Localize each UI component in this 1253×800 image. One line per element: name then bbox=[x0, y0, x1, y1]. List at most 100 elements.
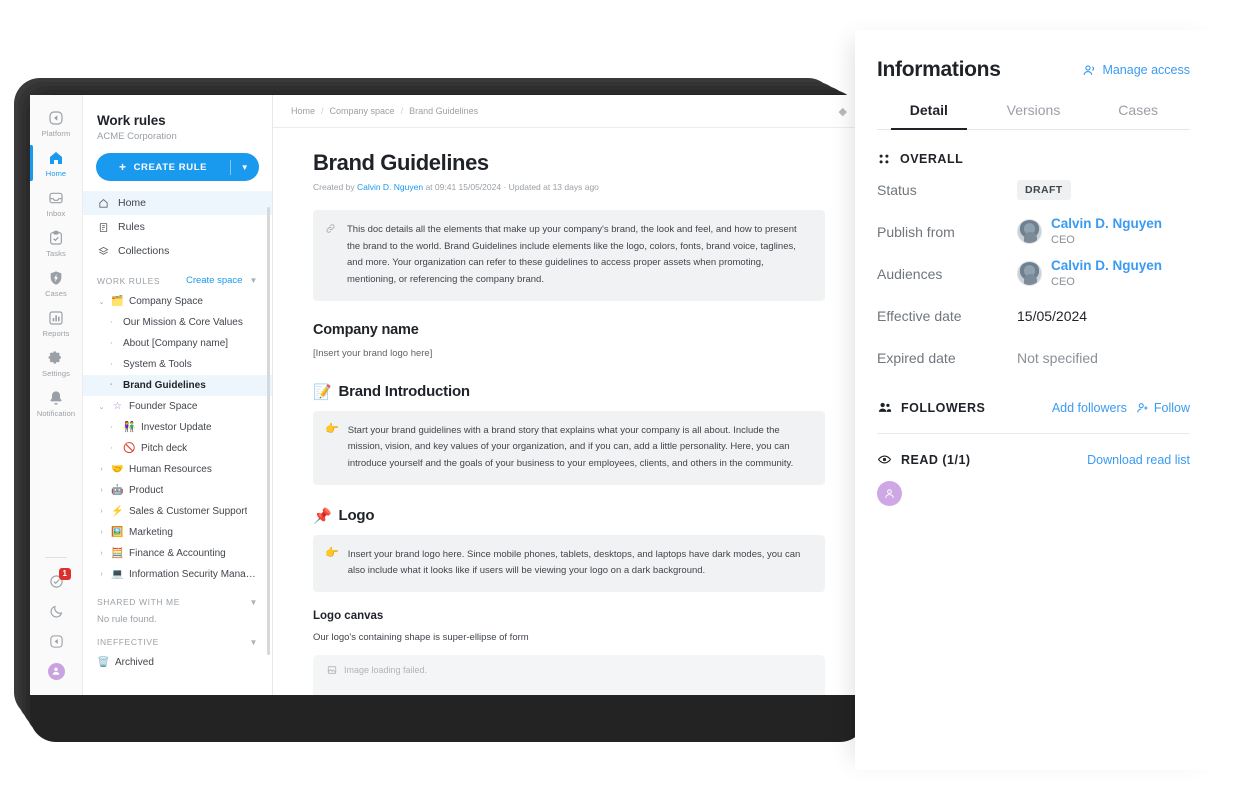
manage-access-button[interactable]: Manage access bbox=[1082, 63, 1190, 78]
pushpin-emoji-icon: 📌 bbox=[313, 507, 332, 525]
sidebar-item-rules[interactable]: Rules bbox=[83, 215, 272, 239]
tree-item-finance-accounting[interactable]: › 🧮 Finance & Accounting bbox=[83, 543, 272, 564]
breadcrumb-item-brand-guidelines[interactable]: Brand Guidelines bbox=[409, 106, 478, 116]
reports-chart-icon bbox=[48, 310, 64, 326]
tree-label: Archived bbox=[115, 657, 154, 668]
tree-label: Brand Guidelines bbox=[123, 380, 206, 391]
tree-item-archived[interactable]: 🗑️ Archived bbox=[83, 652, 272, 673]
tree-item-pitch-deck[interactable]: · 🚫 Pitch deck bbox=[83, 438, 272, 459]
rail-dark-mode-button[interactable] bbox=[30, 596, 83, 626]
tree-item-system-tools[interactable]: · System & Tools bbox=[83, 354, 272, 375]
intro-callout-text: This doc details all the elements that m… bbox=[347, 224, 797, 285]
rail-item-reports[interactable]: Reports bbox=[30, 303, 83, 343]
tree-item-product[interactable]: › 🤖 Product bbox=[83, 480, 272, 501]
bullet-dot-icon: · bbox=[109, 316, 114, 329]
eye-icon bbox=[877, 452, 892, 467]
heading-logo-canvas: Logo canvas bbox=[313, 609, 384, 622]
reader-avatar[interactable] bbox=[877, 481, 902, 506]
tree-item-brand-guidelines[interactable]: · Brand Guidelines bbox=[83, 375, 272, 396]
chevron-down-icon[interactable]: ⌄ bbox=[97, 298, 106, 306]
sidebar-item-home[interactable]: Home bbox=[83, 191, 272, 215]
chevron-right-icon[interactable]: › bbox=[97, 550, 106, 557]
tree-item-about-company[interactable]: · About [Company name] bbox=[83, 333, 272, 354]
rail-item-home[interactable]: Home bbox=[30, 143, 83, 183]
follow-button[interactable]: Follow bbox=[1136, 401, 1190, 415]
tree-item-marketing[interactable]: › 🖼️ Marketing bbox=[83, 522, 272, 543]
detail-value-publish-from: Calvin D. Nguyen CEO bbox=[1017, 216, 1190, 247]
chevron-right-icon[interactable]: › bbox=[97, 529, 106, 536]
tree-item-sales-customer-support[interactable]: › ⚡ Sales & Customer Support bbox=[83, 501, 272, 522]
logo-callout-text: Insert your brand logo here. Since mobil… bbox=[347, 548, 801, 577]
create-space-link[interactable]: Create space bbox=[186, 275, 243, 286]
rail-item-cases[interactable]: Cases bbox=[30, 263, 83, 303]
manage-access-people-icon bbox=[1082, 63, 1097, 78]
person-name[interactable]: Calvin D. Nguyen bbox=[1051, 216, 1162, 233]
informations-tabs: Detail Versions Cases bbox=[877, 102, 1190, 130]
avatar bbox=[1017, 261, 1042, 287]
tree-item-our-mission[interactable]: · Our Mission & Core Values bbox=[83, 312, 272, 333]
chevron-down-icon[interactable]: ⌄ bbox=[97, 403, 106, 411]
chevron-down-icon[interactable]: ▼ bbox=[249, 276, 258, 285]
rail-label-settings: Settings bbox=[42, 369, 70, 378]
create-rule-button[interactable]: + CREATE RULE ▼ bbox=[96, 153, 259, 181]
rail-item-platform[interactable]: Platform bbox=[30, 103, 83, 143]
tree-label: Investor Update bbox=[141, 422, 212, 433]
bell-icon bbox=[48, 390, 64, 406]
tree-item-human-resources[interactable]: › 🤝 Human Resources bbox=[83, 459, 272, 480]
detail-row-audiences: Audiences Calvin D. Nguyen CEO bbox=[877, 256, 1190, 292]
platform-icon bbox=[48, 110, 64, 126]
status-badge: DRAFT bbox=[1017, 180, 1071, 200]
rail-item-notification[interactable]: Notification bbox=[30, 383, 83, 423]
tab-versions[interactable]: Versions bbox=[981, 102, 1087, 129]
rail-item-tasks[interactable]: Tasks bbox=[30, 223, 83, 263]
rail-label-reports: Reports bbox=[42, 329, 70, 338]
intro-callout: This doc details all the elements that m… bbox=[313, 210, 825, 301]
person-name[interactable]: Calvin D. Nguyen bbox=[1051, 258, 1162, 275]
tree-item-founder-space[interactable]: ⌄ ☆ Founder Space bbox=[83, 396, 272, 417]
rail-user-avatar-button[interactable] bbox=[30, 656, 83, 686]
star-emoji-icon: ☆ bbox=[113, 401, 122, 412]
person-chip[interactable]: Calvin D. Nguyen CEO bbox=[1017, 258, 1190, 289]
breadcrumb-item-home[interactable]: Home bbox=[291, 106, 315, 116]
tree-label: Human Resources bbox=[129, 464, 212, 475]
chevron-down-icon[interactable]: ▼ bbox=[231, 163, 259, 172]
download-read-list-button[interactable]: Download read list bbox=[1087, 453, 1190, 467]
memo-emoji-icon: 📝 bbox=[313, 383, 332, 401]
add-followers-button[interactable]: Add followers bbox=[1052, 401, 1127, 415]
breadcrumb-item-company-space[interactable]: Company space bbox=[330, 106, 395, 116]
chevron-down-icon[interactable]: ▼ bbox=[249, 598, 258, 607]
tree-item-investor-update[interactable]: · 👫 Investor Update bbox=[83, 417, 272, 438]
informations-panel: Informations Manage access Detail Versio… bbox=[855, 30, 1220, 770]
chevron-right-icon[interactable]: › bbox=[97, 508, 106, 515]
divider bbox=[877, 433, 1190, 434]
overall-grid-icon bbox=[877, 152, 891, 166]
tab-detail[interactable]: Detail bbox=[877, 102, 981, 130]
rail-label-inbox: Inbox bbox=[46, 209, 66, 218]
pointing-finger-emoji-icon: 👉 bbox=[325, 546, 339, 559]
meta-author-link[interactable]: Calvin D. Nguyen bbox=[357, 182, 423, 192]
home-outline-icon bbox=[97, 198, 110, 209]
document-meta: Created by Calvin D. Nguyen at 09:41 15/… bbox=[313, 182, 825, 192]
more-options-icon[interactable]: ◆ bbox=[839, 105, 847, 118]
rail-collapse-button[interactable] bbox=[30, 626, 83, 656]
image-placeholder-failed: Image loading failed. bbox=[313, 655, 825, 695]
rail-item-settings[interactable]: Settings bbox=[30, 343, 83, 383]
chevron-right-icon[interactable]: › bbox=[97, 466, 106, 473]
rail-check-circle-button[interactable]: 1 bbox=[30, 566, 83, 596]
chevron-down-icon[interactable]: ▼ bbox=[249, 638, 258, 647]
tree-item-information-security[interactable]: › 💻 Information Security Manageme… bbox=[83, 564, 272, 585]
tree-item-company-space[interactable]: ⌄ 🗂️ Company Space bbox=[83, 291, 272, 312]
sidebar-scrollbar[interactable] bbox=[267, 207, 270, 655]
shared-empty-note: No rule found. bbox=[97, 614, 157, 625]
rail-item-inbox[interactable]: Inbox bbox=[30, 183, 83, 223]
bullet-dot-icon: · bbox=[109, 358, 114, 371]
tab-cases[interactable]: Cases bbox=[1086, 102, 1190, 129]
person-role: CEO bbox=[1051, 276, 1075, 289]
chevron-right-icon[interactable]: › bbox=[97, 571, 106, 578]
rules-doc-icon bbox=[97, 222, 110, 233]
logo-canvas-text: Our logo's containing shape is super-ell… bbox=[313, 631, 529, 643]
chevron-right-icon[interactable]: › bbox=[97, 487, 106, 494]
person-chip[interactable]: Calvin D. Nguyen CEO bbox=[1017, 216, 1190, 247]
sidebar-item-collections[interactable]: Collections bbox=[83, 239, 272, 263]
breadcrumb-separator: / bbox=[400, 106, 404, 116]
